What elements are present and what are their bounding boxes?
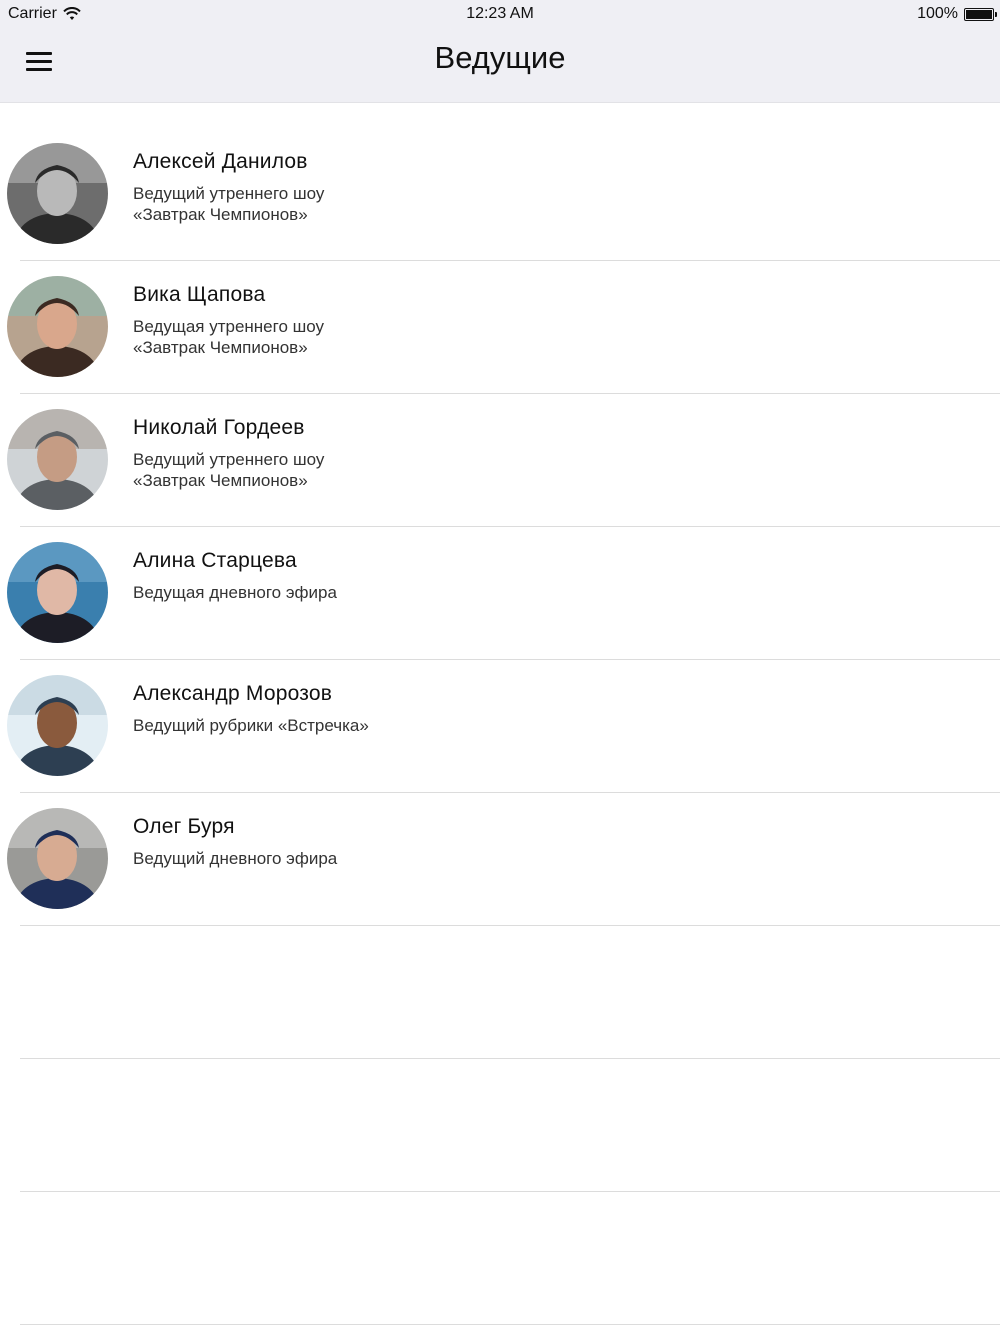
list-item[interactable]: Николай Гордеев Ведущий утреннего шоу «За… <box>0 394 1000 527</box>
app-window: Carrier 12:23 AM 100% Ведущие Алексей Да… <box>0 0 1000 1334</box>
avatar <box>7 276 108 377</box>
list-item[interactable]: Алексей Данилов Ведущий утреннего шоу «За… <box>0 103 1000 261</box>
host-info: Алина Старцева Ведущая дневного эфира <box>133 549 337 603</box>
host-name: Вика Щапова <box>133 283 266 306</box>
host-name: Олег Буря <box>133 815 235 838</box>
battery-indicator: 100% <box>917 5 997 23</box>
host-info: Александр Морозов Ведущий рубрики «Встреч… <box>133 682 369 736</box>
host-info: Вика Щапова Ведущая утреннего шоу «Завтра… <box>133 283 324 358</box>
empty-list-row <box>0 1192 1000 1325</box>
list-item[interactable]: Олег Буря Ведущий дневного эфира <box>0 793 1000 926</box>
host-name: Александр Морозов <box>133 682 333 705</box>
empty-list-row <box>0 1059 1000 1192</box>
host-name: Николай Гордеев <box>133 416 305 439</box>
host-role: Ведущий дневного эфира <box>133 849 338 868</box>
status-time: 12:23 AM <box>466 5 534 22</box>
list-item[interactable]: Вика Щапова Ведущая утреннего шоу «Завтра… <box>0 261 1000 394</box>
host-name: Алина Старцева <box>133 549 297 572</box>
header: Carrier 12:23 AM 100% Ведущие <box>0 0 1000 103</box>
host-name: Алексей Данилов <box>133 150 308 173</box>
navigation-bar: Ведущие <box>0 28 1000 103</box>
battery-label: 100% <box>917 5 958 22</box>
empty-list-row <box>0 926 1000 1059</box>
avatar <box>7 542 108 643</box>
avatar <box>7 808 108 909</box>
avatar <box>7 409 108 510</box>
list-item[interactable]: Алина Старцева Ведущая дневного эфира <box>0 527 1000 660</box>
host-info: Алексей Данилов Ведущий утреннего шоу «За… <box>133 150 324 225</box>
host-role: Ведущий утреннего шоу «Завтрак Чемпионов… <box>133 184 325 224</box>
host-info: Николай Гордеев Ведущий утреннего шоу «За… <box>133 416 324 491</box>
hosts-list: Алексей Данилов Ведущий утреннего шоу «За… <box>0 103 1000 1325</box>
host-info: Олег Буря Ведущий дневного эфира <box>133 815 337 869</box>
list-item[interactable]: Александр Морозов Ведущий рубрики «Встреч… <box>0 660 1000 793</box>
battery-icon <box>964 7 997 21</box>
page-title: Ведущие <box>434 40 566 75</box>
status-bar: Carrier 12:23 AM 100% <box>0 0 1000 28</box>
host-role: Ведущий утреннего шоу «Завтрак Чемпионов… <box>133 450 325 490</box>
host-role: Ведущая дневного эфира <box>133 583 337 602</box>
host-role: Ведущая утреннего шоу «Завтрак Чемпионов… <box>133 317 325 357</box>
avatar <box>7 143 108 244</box>
avatar <box>7 675 108 776</box>
host-role: Ведущий рубрики «Встречка» <box>133 716 369 735</box>
